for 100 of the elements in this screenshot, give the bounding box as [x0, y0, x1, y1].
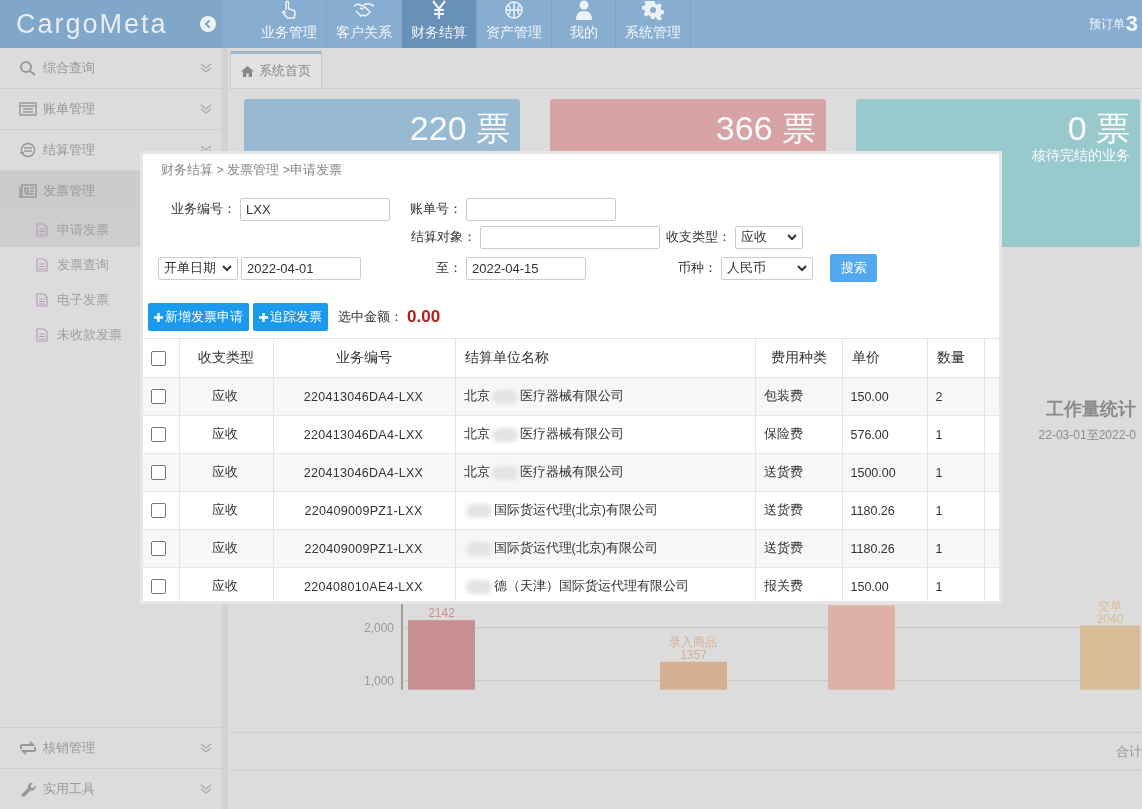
table-cell: 1	[927, 567, 984, 601]
checkbox[interactable]	[151, 503, 166, 519]
table-cell: 送货费	[755, 491, 842, 530]
document-icon	[36, 327, 48, 342]
table-cell: 报关费	[755, 567, 842, 601]
nav-tab[interactable]: 系统管理	[616, 0, 691, 48]
table-cell: 应收	[179, 453, 273, 492]
caret-icon	[797, 264, 807, 272]
company-name-text: 医疗器械有限公司	[519, 389, 624, 403]
field-label: 账单号：	[409, 201, 463, 218]
bar-value-label: 2142	[428, 606, 455, 621]
circle-lines-icon	[19, 142, 37, 158]
table-cell: 保险费	[755, 415, 842, 454]
table-cell: 576.00	[842, 415, 927, 454]
table-cell: 送货费	[755, 529, 842, 568]
bill-number-field[interactable]	[466, 198, 616, 221]
stat-value: 366 票	[715, 109, 816, 147]
redaction-blur	[465, 579, 492, 594]
company-name-text: 北京	[463, 465, 490, 479]
date-type-select[interactable]: 开单日期	[158, 256, 238, 280]
company-name-text: 北京	[463, 389, 490, 403]
bar-value-label: 2040	[1096, 611, 1124, 626]
checkbox[interactable]	[151, 541, 166, 557]
sidebar-item[interactable]: 账单管理	[0, 89, 222, 130]
add-button[interactable]: 追踪发票	[253, 303, 328, 331]
total-label: 合计	[1116, 742, 1142, 761]
company-name-text: 国际货运代理(北京)有限公司	[493, 503, 658, 517]
field-label: 收支类型：	[665, 229, 732, 246]
logo: CargoMeta	[16, 8, 168, 40]
stat-value: 0 票	[1067, 109, 1130, 147]
settlement-party-field[interactable]	[480, 226, 660, 249]
table-cell: 包装费	[755, 377, 842, 416]
amount-value: 0.00	[407, 307, 441, 327]
redaction-blur	[491, 427, 518, 442]
home-icon	[241, 65, 254, 77]
y-tick-label: 2,000	[364, 621, 394, 635]
order-label: 预订单	[1088, 15, 1125, 33]
bar	[408, 620, 475, 690]
checkbox[interactable]	[151, 350, 166, 366]
table-cell: 应收	[179, 377, 273, 416]
add-button[interactable]: 新增发票申请	[148, 303, 249, 331]
order-count: 3	[1125, 11, 1138, 37]
table-cell: 220413046DA4-LXX	[273, 415, 455, 454]
nav-tab[interactable]: 我的	[552, 0, 616, 48]
chart-title: 工作量统计	[1046, 398, 1136, 421]
list-card-icon	[19, 101, 37, 117]
business-number-field[interactable]: LXX	[240, 198, 390, 221]
company-name-text: 北京	[463, 427, 490, 441]
nav-tab[interactable]: 业务管理	[252, 0, 327, 48]
field-label: 币种：	[677, 259, 718, 277]
search-button[interactable]: 搜索	[830, 254, 877, 282]
column-header: 结算单位名称	[455, 339, 755, 378]
table-cell: 220408010AE4-LXX	[273, 567, 455, 601]
bar-annotation: 录入商品	[669, 635, 718, 650]
column-header: 单价	[842, 339, 927, 378]
currency-select[interactable]: 人民币	[721, 256, 813, 280]
nav-tab[interactable]: 资产管理	[477, 0, 552, 48]
redaction-blur	[465, 503, 492, 518]
home-tab[interactable]: 系统首页	[230, 51, 322, 88]
y-tick-label: 1,000	[364, 674, 394, 688]
field-label: 结算对象：	[410, 229, 477, 246]
company-name-text: 德（天津）国际货运代理有限公司	[493, 579, 689, 593]
bar	[1080, 625, 1140, 690]
checkbox[interactable]	[151, 465, 166, 481]
company-name-text: 国际货运代理(北京)有限公司	[493, 541, 658, 555]
column-header: 费用种类	[755, 339, 842, 378]
nav-tab[interactable]: 财务结算	[402, 0, 477, 48]
stat-caption: 核待完结的业务	[1032, 147, 1130, 165]
sidebar-item[interactable]: 实用工具	[0, 768, 222, 809]
handshake-icon	[353, 0, 375, 20]
search-icon	[19, 60, 37, 76]
checkbox[interactable]	[151, 389, 166, 405]
plus-icon	[259, 312, 268, 322]
table-cell: 应收	[179, 567, 273, 601]
start-date-field[interactable]: 2022-04-01	[241, 256, 361, 280]
bar	[660, 662, 727, 690]
table-cell: 应收	[179, 529, 273, 568]
table-cell: 送货费	[755, 453, 842, 492]
table-cell: 220409009PZ1-LXX	[273, 491, 455, 530]
plus-icon	[154, 312, 163, 322]
checkbox[interactable]	[151, 427, 166, 443]
caret-icon	[222, 264, 232, 272]
sidebar-item[interactable]: 综合查询	[0, 48, 222, 89]
chevron-left-icon[interactable]	[200, 16, 216, 32]
stat-value: 220 票	[409, 109, 510, 147]
table-cell: 1500.00	[842, 453, 927, 492]
sidebar-item[interactable]: 核销管理	[0, 727, 222, 768]
double-chevron-down-icon	[200, 103, 212, 115]
document-icon	[36, 257, 48, 272]
field-label: 至：	[435, 259, 463, 277]
column-header: 数量	[927, 339, 984, 378]
end-date-field[interactable]: 2022-04-15	[466, 256, 586, 280]
type-select[interactable]: 应收	[735, 226, 803, 249]
checkbox[interactable]	[151, 579, 166, 595]
table-cell: 220413046DA4-LXX	[273, 377, 455, 416]
table-cell: 1	[927, 415, 984, 454]
basketball-icon	[503, 0, 525, 20]
wrench-icon	[19, 781, 37, 797]
table-cell: 1	[927, 491, 984, 530]
double-chevron-down-icon	[200, 783, 212, 795]
